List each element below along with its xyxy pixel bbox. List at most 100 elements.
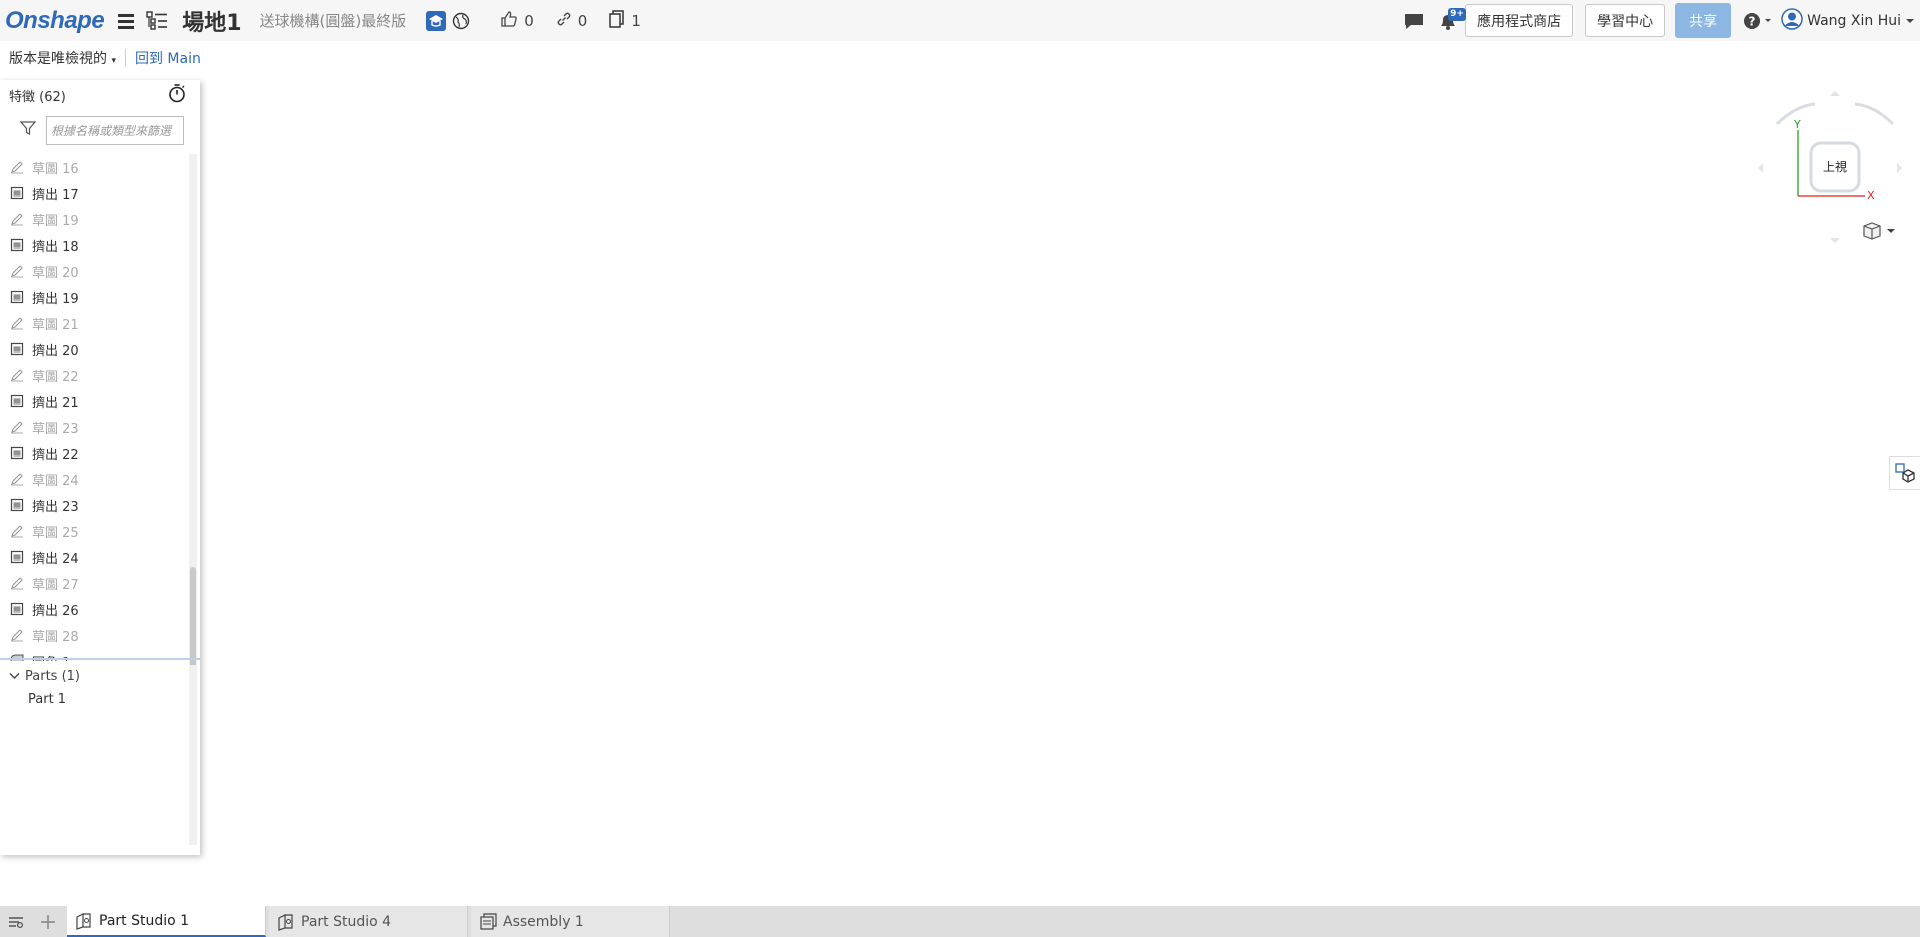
feature-item-label: 擠出 17 [32,187,79,203]
feature-item-sketch[interactable]: 草圖 19 [0,206,196,232]
feature-item-label: 草圖 21 [32,317,79,333]
feature-item-label: 草圖 22 [32,369,79,385]
feature-list: 草圖 16 擠出 17 草圖 19 擠出 18 草圖 20 擠出 19 草圖 21 擠出 20… [0,154,196,661]
feature-item-label: 草圖 25 [32,525,79,541]
part-list-item[interactable]: Part 1 [28,692,66,707]
feature-item-sketch[interactable]: 草圖 23 [0,414,196,440]
notification-badge: 9+ [1448,7,1466,21]
sketch-icon [9,419,25,435]
feature-item-extrude[interactable]: 擠出 23 [0,492,196,518]
document-workspace-name[interactable]: 送球機構(圓盤)最終版 [260,10,407,31]
onshape-logo[interactable]: Onshape [5,7,105,35]
globe-icon[interactable] [452,12,470,30]
feature-item-sketch[interactable]: 草圖 16 [0,154,196,180]
feature-item-label: 擠出 22 [32,447,79,463]
thumbs-up-icon [500,10,518,32]
filter-funnel-icon[interactable] [19,120,37,140]
hamburger-icon[interactable] [118,13,136,29]
view-cube-face-top[interactable]: 上視 [1815,158,1855,175]
tab-label: Assembly 1 [503,913,584,930]
likes-counter[interactable]: 0 [500,10,534,32]
parts-section-header[interactable]: Parts (1) [9,669,80,684]
feature-item-extrude[interactable]: 擠出 20 [0,336,196,362]
links-counter[interactable]: 0 [556,11,588,31]
feature-item-sketch[interactable]: 草圖 25 [0,518,196,544]
extrude-icon [9,601,25,617]
chevron-down-icon [1905,13,1915,29]
feature-item-extrude[interactable]: 擠出 21 [0,388,196,414]
extrude-icon [9,289,25,305]
version-dropdown[interactable]: 版本是唯檢視的 ▾ [9,48,116,68]
tab-part-studio-1[interactable]: Part Studio 1 [67,906,266,937]
feature-item-sketch[interactable]: 草圖 24 [0,466,196,492]
panel-divider[interactable] [0,658,200,660]
copy-icon [609,9,625,32]
feature-item-label: 擠出 20 [32,343,79,359]
feature-item-extrude[interactable]: 擠出 17 [0,180,196,206]
share-button[interactable]: 共享 [1675,3,1732,38]
copies-counter[interactable]: 1 [609,9,641,32]
tab-assembly-1[interactable]: Assembly 1 [471,906,670,937]
feature-item-label: 擠出 18 [32,239,79,255]
parts-count-label: Parts (1) [25,669,80,684]
tab-label: Part Studio 1 [99,912,190,929]
feature-item-extrude[interactable]: 擠出 18 [0,232,196,258]
tab-manager-icon[interactable] [0,906,32,937]
assembly-icon [479,912,497,931]
extrude-icon [9,393,25,409]
chevron-down-icon [9,669,20,684]
sketch-icon [9,367,25,383]
feature-item-label: 擠出 21 [32,395,79,411]
top-bar: Onshape 場地1 送球機構(圓盤)最終版 0 0 1 9+ 應用程式商店 … [0,0,1920,41]
back-to-main-link[interactable]: 回到 Main [135,48,201,68]
add-tab-icon[interactable] [32,906,64,937]
app-store-button[interactable]: 應用程式商店 [1465,4,1574,37]
help-icon[interactable]: ? [1743,11,1773,31]
feature-item-extrude[interactable]: 擠出 19 [0,284,196,310]
feature-item-sketch[interactable]: 草圖 28 [0,622,196,648]
likes-count: 0 [524,11,534,30]
feature-panel-header: 特徵 (62) [0,80,200,110]
feature-item-label: 擠出 19 [32,291,79,307]
view-options-icon[interactable] [1863,221,1897,245]
divider [124,49,126,67]
feature-item-label: 草圖 28 [32,629,79,645]
feature-item-sketch[interactable]: 草圖 27 [0,570,196,596]
comments-icon[interactable] [1403,12,1425,30]
feature-item-label: 草圖 16 [32,161,79,177]
extrude-icon [9,445,25,461]
notifications-icon[interactable]: 9+ [1437,7,1466,32]
feature-filter-input[interactable]: 根據名稱或類型來篩選 [46,115,184,145]
feature-item-label: 草圖 20 [32,265,79,281]
axis-x-label: X [1867,189,1875,202]
links-count: 0 [577,11,588,30]
caret-down-icon: ▾ [111,56,116,66]
tab-list: Part Studio 1 Part Studio 4 Assembly 1 [64,906,670,937]
sketch-icon [9,471,25,487]
sketch-icon [9,159,25,175]
feature-item-extrude[interactable]: 擠出 22 [0,440,196,466]
feature-item-label: 草圖 23 [32,421,79,437]
part-body[interactable] [619,190,1644,752]
feature-item-sketch[interactable]: 草圖 20 [0,258,196,284]
extrude-icon [9,549,25,565]
feature-panel: 特徵 (62) 根據名稱或類型來篩選 草圖 16 擠出 17 草圖 19 擠出 18 草… [0,80,200,855]
graphics-viewport[interactable] [0,41,1920,901]
feature-item-sketch[interactable]: 草圖 21 [0,310,196,336]
user-menu[interactable]: Wang Xin Hui [1781,7,1915,34]
configurations-panel-toggle[interactable] [1889,456,1920,490]
feature-item-sketch[interactable]: 草圖 22 [0,362,196,388]
user-name: Wang Xin Hui [1807,12,1901,29]
tab-part-studio-4[interactable]: Part Studio 4 [269,906,468,937]
education-icon[interactable] [426,10,447,31]
rollback-timer-icon[interactable] [168,83,186,107]
parts-scroll-track[interactable] [189,665,197,845]
copies-count: 1 [631,11,641,30]
feature-item-extrude[interactable]: 擠出 24 [0,544,196,570]
learning-center-button[interactable]: 學習中心 [1585,4,1666,37]
view-cube[interactable]: 上視 Y X [1755,88,1915,248]
feature-item-extrude[interactable]: 擠出 26 [0,596,196,622]
document-title[interactable]: 場地1 [182,5,241,37]
sketch-icon [9,523,25,539]
feature-list-icon[interactable] [146,10,168,31]
